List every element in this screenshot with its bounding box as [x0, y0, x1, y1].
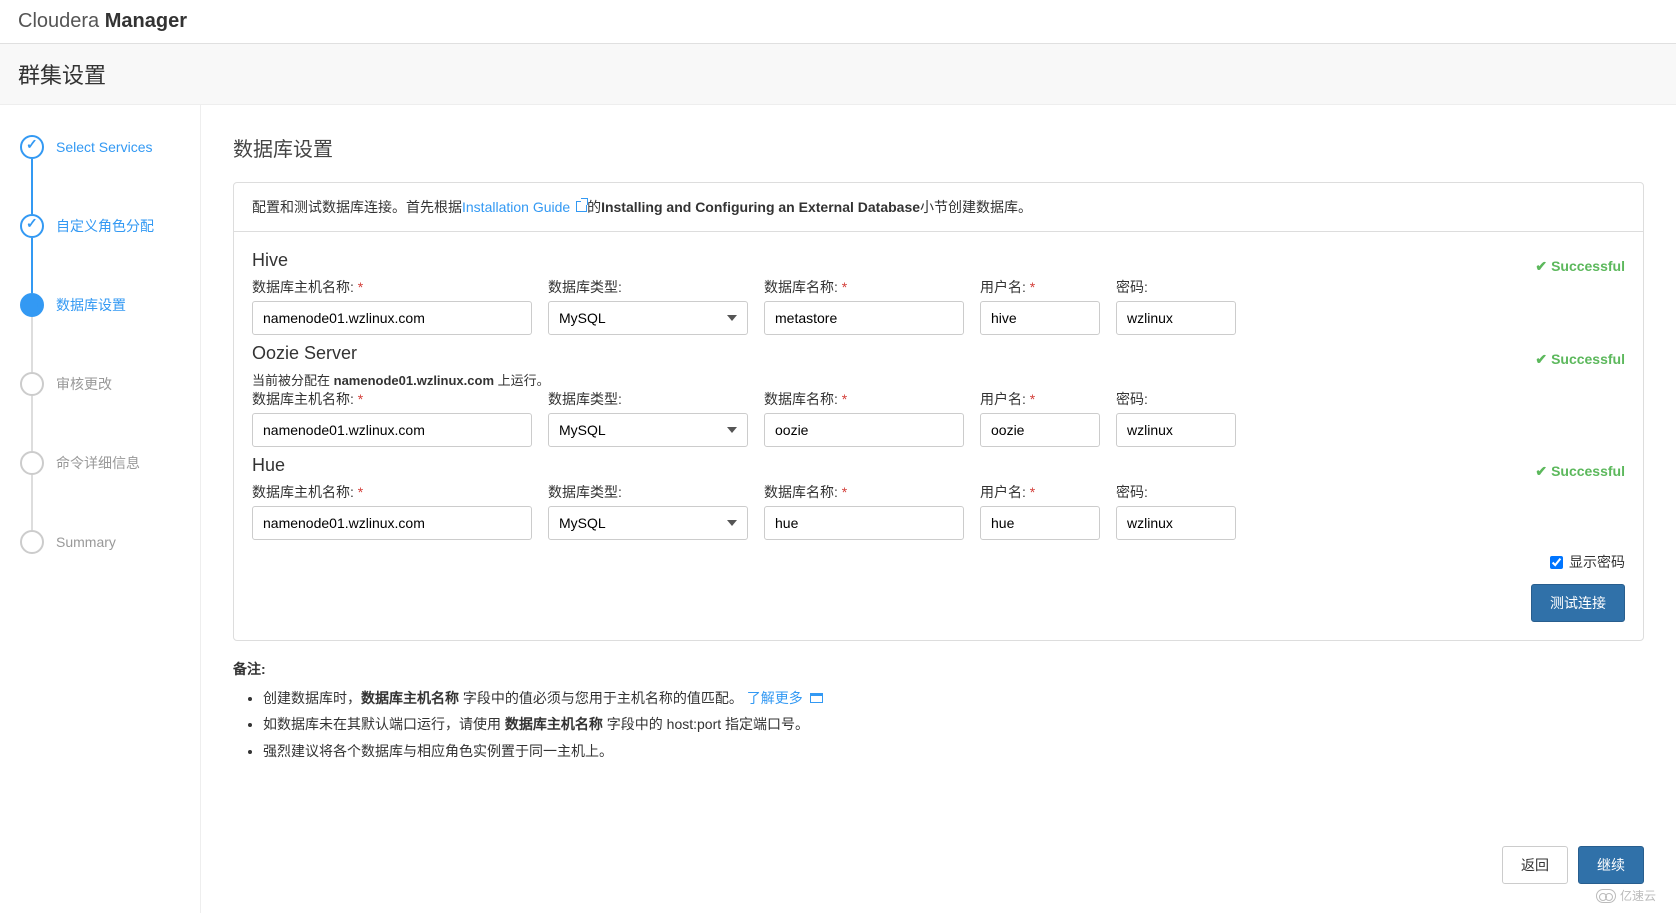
- page-subtitle: 群集设置: [0, 44, 1676, 105]
- db-type-select[interactable]: MySQL: [548, 413, 748, 447]
- check-icon: ✔: [1535, 351, 1547, 367]
- db-pass-label: 密码:: [1116, 389, 1236, 409]
- step-circle-icon: [20, 451, 44, 475]
- db-section-hive: Hive✔Successful 数据库主机名称: * 数据库类型: MySQL 数据库名…: [252, 250, 1625, 335]
- watermark: 亿速云: [1596, 887, 1656, 904]
- panel-info: 配置和测试数据库连接。首先根据Installation Guide 的Insta…: [234, 183, 1643, 232]
- success-badge: ✔Successful: [1535, 463, 1625, 480]
- db-name-input[interactable]: [764, 413, 964, 447]
- step-circle-icon: [20, 135, 44, 159]
- db-host-label: 数据库主机名称: *: [252, 389, 532, 409]
- db-host-input[interactable]: [252, 506, 532, 540]
- panel-actions: 显示密码测试连接: [252, 544, 1625, 622]
- db-section-oozie-server: Oozie Server✔Successful 当前被分配在 namenode01…: [252, 343, 1625, 447]
- step-label: 数据库设置: [56, 295, 126, 315]
- db-user-label: 用户名: *: [980, 389, 1100, 409]
- db-user-input[interactable]: [980, 413, 1100, 447]
- new-tab-icon: [810, 693, 823, 703]
- main-content: 数据库设置 配置和测试数据库连接。首先根据Installation Guide …: [200, 105, 1676, 913]
- db-host-label: 数据库主机名称: *: [252, 277, 532, 297]
- db-pass-label: 密码:: [1116, 482, 1236, 502]
- note-item: 如数据库未在其默认端口运行，请使用 数据库主机名称 字段中的 host:port…: [263, 713, 1644, 735]
- form-row: 数据库主机名称: * 数据库类型: MySQL 数据库名称: * 用户名: * 密码:: [252, 277, 1625, 335]
- info-bold: Installing and Configuring an External D…: [601, 199, 920, 215]
- db-user-label: 用户名: *: [980, 482, 1100, 502]
- section-title: Hue: [252, 455, 1625, 476]
- notes-title: 备注:: [233, 659, 1644, 679]
- db-name-label: 数据库名称: *: [764, 482, 964, 502]
- back-button[interactable]: 返回: [1502, 846, 1568, 884]
- note-item: 创建数据库时，数据库主机名称 字段中的值必须与您用于主机名称的值匹配。 了解更多: [263, 687, 1644, 709]
- test-connection-button[interactable]: 测试连接: [1531, 584, 1625, 622]
- db-user-label: 用户名: *: [980, 277, 1100, 297]
- db-host-label: 数据库主机名称: *: [252, 482, 532, 502]
- step-label: 审核更改: [56, 374, 112, 394]
- db-host-input[interactable]: [252, 413, 532, 447]
- step-label: Select Services: [56, 139, 152, 155]
- db-type-label: 数据库类型:: [548, 277, 748, 297]
- db-name-input[interactable]: [764, 301, 964, 335]
- wizard-step-0[interactable]: Select Services: [20, 135, 200, 159]
- info-suffix: 小节创建数据库。: [920, 199, 1032, 215]
- db-pass-input[interactable]: [1116, 301, 1236, 335]
- step-circle-icon: [20, 214, 44, 238]
- step-circle-icon: [20, 372, 44, 396]
- info-prefix: 配置和测试数据库连接。首先根据: [252, 199, 462, 215]
- wizard-step-1[interactable]: 自定义角色分配: [20, 214, 200, 238]
- db-type-select[interactable]: MySQL: [548, 506, 748, 540]
- success-badge: ✔Successful: [1535, 351, 1625, 368]
- page-title: 数据库设置: [233, 133, 1644, 162]
- check-icon: ✔: [1535, 463, 1547, 479]
- show-password-toggle[interactable]: 显示密码: [1550, 552, 1625, 572]
- info-mid: 的: [587, 199, 601, 215]
- watermark-icon: [1596, 889, 1616, 903]
- form-row: 数据库主机名称: * 数据库类型: MySQL 数据库名称: * 用户名: * 密码:: [252, 482, 1625, 540]
- step-label: Summary: [56, 534, 116, 550]
- wizard-step-4: 命令详细信息: [20, 451, 200, 475]
- notes-section: 备注: 创建数据库时，数据库主机名称 字段中的值必须与您用于主机名称的值匹配。 …: [233, 659, 1644, 762]
- db-panel: 配置和测试数据库连接。首先根据Installation Guide 的Insta…: [233, 182, 1644, 641]
- continue-button[interactable]: 继续: [1578, 846, 1644, 884]
- install-guide-link[interactable]: Installation Guide: [462, 199, 587, 215]
- show-password-checkbox[interactable]: [1550, 556, 1563, 569]
- learn-more-link[interactable]: 了解更多: [747, 690, 823, 706]
- db-pass-label: 密码:: [1116, 277, 1236, 297]
- wizard-step-3: 审核更改: [20, 372, 200, 396]
- form-row: 数据库主机名称: * 数据库类型: MySQL 数据库名称: * 用户名: * 密码:: [252, 389, 1625, 447]
- db-pass-input[interactable]: [1116, 413, 1236, 447]
- db-name-label: 数据库名称: *: [764, 277, 964, 297]
- wizard-step-2[interactable]: 数据库设置: [20, 293, 200, 317]
- db-user-input[interactable]: [980, 301, 1100, 335]
- show-password-label: 显示密码: [1569, 552, 1625, 572]
- db-type-label: 数据库类型:: [548, 482, 748, 502]
- check-icon: ✔: [1535, 258, 1547, 274]
- step-circle-icon: [20, 530, 44, 554]
- note-item: 强烈建议将各个数据库与相应角色实例置于同一主机上。: [263, 740, 1644, 762]
- footer-actions: 返回 继续: [1502, 846, 1644, 884]
- brand-bold: Manager: [105, 10, 187, 32]
- section-title: Oozie Server: [252, 343, 1625, 364]
- step-label: 命令详细信息: [56, 453, 140, 473]
- wizard-step-5: Summary: [20, 530, 200, 554]
- brand-light: Cloudera: [18, 10, 99, 32]
- db-user-input[interactable]: [980, 506, 1100, 540]
- db-type-select[interactable]: MySQL: [548, 301, 748, 335]
- external-link-icon: [576, 201, 587, 212]
- db-host-input[interactable]: [252, 301, 532, 335]
- assigned-note: 当前被分配在 namenode01.wzlinux.com 上运行。: [252, 370, 1625, 389]
- section-title: Hive: [252, 250, 1625, 271]
- db-section-hue: Hue✔Successful 数据库主机名称: * 数据库类型: MySQL 数据库名称…: [252, 455, 1625, 540]
- success-badge: ✔Successful: [1535, 258, 1625, 275]
- brand: Cloudera Manager: [18, 10, 187, 32]
- wizard-sidebar: Select Services 自定义角色分配数据库设置审核更改命令详细信息 Sum…: [0, 105, 200, 913]
- step-circle-icon: [20, 293, 44, 317]
- db-type-label: 数据库类型:: [548, 389, 748, 409]
- db-pass-input[interactable]: [1116, 506, 1236, 540]
- db-name-label: 数据库名称: *: [764, 389, 964, 409]
- step-label: 自定义角色分配: [56, 216, 154, 236]
- app-header: Cloudera Manager: [0, 0, 1676, 44]
- db-name-input[interactable]: [764, 506, 964, 540]
